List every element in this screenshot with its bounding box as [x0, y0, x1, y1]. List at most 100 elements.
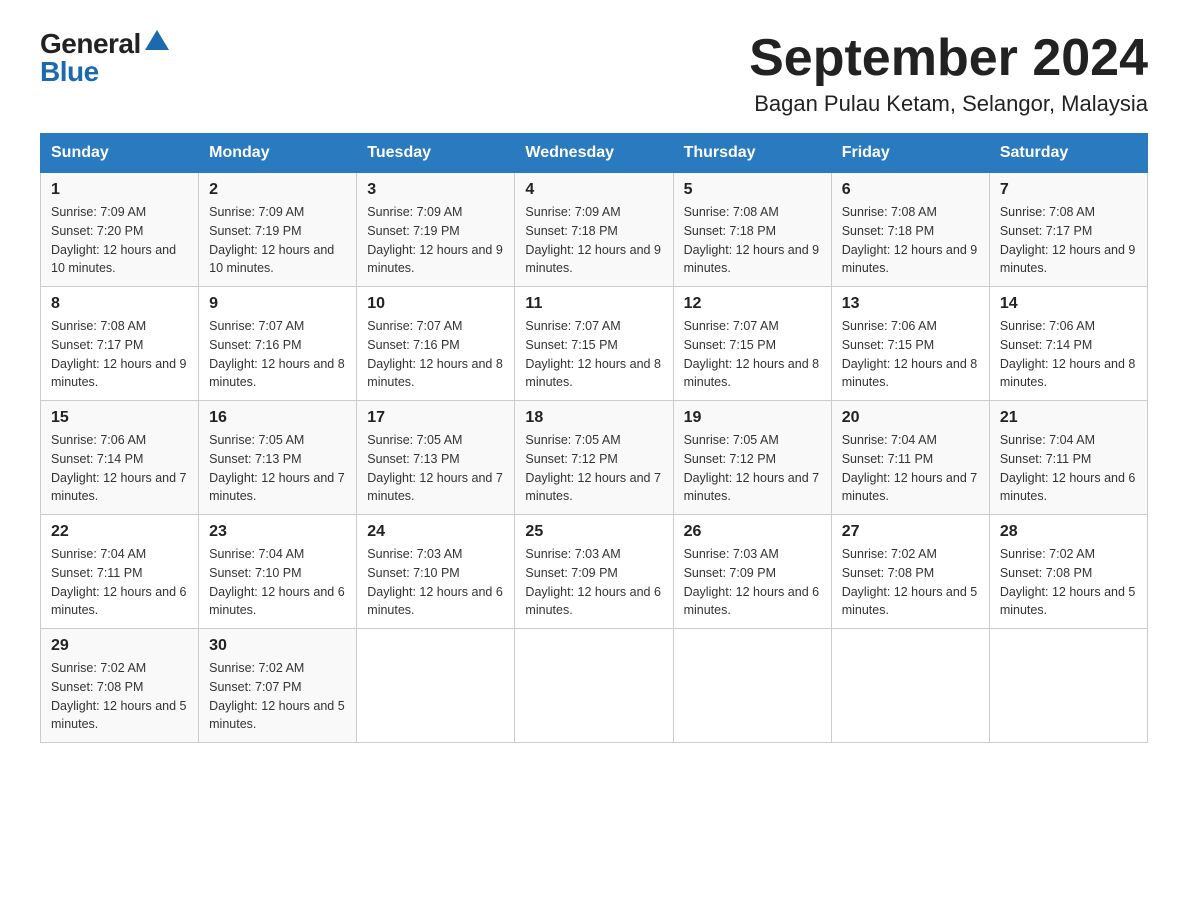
calendar-day-header: Saturday [989, 134, 1147, 173]
day-number: 12 [684, 295, 821, 313]
day-number: 24 [367, 523, 504, 541]
calendar-cell [515, 629, 673, 743]
calendar-cell: 27 Sunrise: 7:02 AMSunset: 7:08 PMDayligh… [831, 515, 989, 629]
calendar-cell: 6Sunrise: 7:08 AMSunset: 7:18 PMDaylight… [831, 173, 989, 287]
day-info: Sunrise: 7:02 AMSunset: 7:08 PMDaylight:… [51, 659, 188, 734]
calendar-cell: 26Sunrise: 7:03 AMSunset: 7:09 PMDayligh… [673, 515, 831, 629]
calendar-cell: 21 Sunrise: 7:04 AMSunset: 7:11 PMDayligh… [989, 401, 1147, 515]
calendar-cell: 15Sunrise: 7:06 AMSunset: 7:14 PMDayligh… [41, 401, 199, 515]
day-number: 23 [209, 523, 346, 541]
day-info: Sunrise: 7:04 AMSunset: 7:10 PMDaylight:… [209, 545, 346, 620]
calendar-cell: 1 Sunrise: 7:09 AMSunset: 7:20 PMDaylight… [41, 173, 199, 287]
day-info: Sunrise: 7:04 AMSunset: 7:11 PMDaylight:… [51, 545, 188, 620]
calendar-cell: 23 Sunrise: 7:04 AMSunset: 7:10 PMDayligh… [199, 515, 357, 629]
logo-blue: Blue [40, 58, 99, 86]
title-block: September 2024 Bagan Pulau Ketam, Selang… [749, 30, 1148, 117]
calendar-day-header: Friday [831, 134, 989, 173]
day-number: 22 [51, 523, 188, 541]
day-info: Sunrise: 7:04 AMSunset: 7:11 PMDaylight:… [1000, 431, 1137, 506]
day-info: Sunrise: 7:03 AMSunset: 7:09 PMDaylight:… [525, 545, 662, 620]
calendar-cell: 14Sunrise: 7:06 AMSunset: 7:14 PMDayligh… [989, 287, 1147, 401]
day-number: 9 [209, 295, 346, 313]
calendar-cell: 17Sunrise: 7:05 AMSunset: 7:13 PMDayligh… [357, 401, 515, 515]
calendar-cell: 10Sunrise: 7:07 AMSunset: 7:16 PMDayligh… [357, 287, 515, 401]
day-info: Sunrise: 7:05 AMSunset: 7:12 PMDaylight:… [684, 431, 821, 506]
day-number: 27 [842, 523, 979, 541]
day-number: 7 [1000, 181, 1137, 199]
day-info: Sunrise: 7:09 AMSunset: 7:18 PMDaylight:… [525, 203, 662, 278]
day-number: 21 [1000, 409, 1137, 427]
calendar-cell: 3 Sunrise: 7:09 AMSunset: 7:19 PMDaylight… [357, 173, 515, 287]
day-number: 28 [1000, 523, 1137, 541]
day-number: 19 [684, 409, 821, 427]
day-number: 26 [684, 523, 821, 541]
day-info: Sunrise: 7:02 AMSunset: 7:08 PMDaylight:… [842, 545, 979, 620]
calendar-cell: 2 Sunrise: 7:09 AMSunset: 7:19 PMDaylight… [199, 173, 357, 287]
logo: General Blue [40, 30, 169, 86]
calendar-week-row: 22 Sunrise: 7:04 AMSunset: 7:11 PMDayligh… [41, 515, 1148, 629]
day-number: 2 [209, 181, 346, 199]
calendar-week-row: 8 Sunrise: 7:08 AMSunset: 7:17 PMDaylight… [41, 287, 1148, 401]
calendar-day-header: Wednesday [515, 134, 673, 173]
calendar-cell: 16Sunrise: 7:05 AMSunset: 7:13 PMDayligh… [199, 401, 357, 515]
day-number: 15 [51, 409, 188, 427]
day-number: 8 [51, 295, 188, 313]
day-info: Sunrise: 7:02 AMSunset: 7:07 PMDaylight:… [209, 659, 346, 734]
calendar-cell: 4 Sunrise: 7:09 AMSunset: 7:18 PMDaylight… [515, 173, 673, 287]
day-number: 5 [684, 181, 821, 199]
calendar-day-header: Sunday [41, 134, 199, 173]
logo-general: General [40, 30, 141, 58]
calendar-cell: 25 Sunrise: 7:03 AMSunset: 7:09 PMDayligh… [515, 515, 673, 629]
day-info: Sunrise: 7:09 AMSunset: 7:19 PMDaylight:… [367, 203, 504, 278]
calendar-cell: 12 Sunrise: 7:07 AMSunset: 7:15 PMDayligh… [673, 287, 831, 401]
day-info: Sunrise: 7:07 AMSunset: 7:15 PMDaylight:… [525, 317, 662, 392]
day-info: Sunrise: 7:09 AMSunset: 7:19 PMDaylight:… [209, 203, 346, 278]
calendar-week-row: 15Sunrise: 7:06 AMSunset: 7:14 PMDayligh… [41, 401, 1148, 515]
day-info: Sunrise: 7:05 AMSunset: 7:12 PMDaylight:… [525, 431, 662, 506]
page-header: General Blue September 2024 Bagan Pulau … [40, 30, 1148, 117]
calendar-week-row: 1 Sunrise: 7:09 AMSunset: 7:20 PMDaylight… [41, 173, 1148, 287]
day-number: 3 [367, 181, 504, 199]
day-number: 25 [525, 523, 662, 541]
day-info: Sunrise: 7:08 AMSunset: 7:18 PMDaylight:… [684, 203, 821, 278]
calendar-cell: 22 Sunrise: 7:04 AMSunset: 7:11 PMDayligh… [41, 515, 199, 629]
day-info: Sunrise: 7:09 AMSunset: 7:20 PMDaylight:… [51, 203, 188, 278]
day-info: Sunrise: 7:07 AMSunset: 7:16 PMDaylight:… [367, 317, 504, 392]
calendar-header-row: SundayMondayTuesdayWednesdayThursdayFrid… [41, 134, 1148, 173]
calendar-cell: 30 Sunrise: 7:02 AMSunset: 7:07 PMDayligh… [199, 629, 357, 743]
day-info: Sunrise: 7:05 AMSunset: 7:13 PMDaylight:… [367, 431, 504, 506]
day-number: 30 [209, 637, 346, 655]
page-subtitle: Bagan Pulau Ketam, Selangor, Malaysia [749, 91, 1148, 117]
day-number: 1 [51, 181, 188, 199]
day-number: 29 [51, 637, 188, 655]
day-info: Sunrise: 7:03 AMSunset: 7:10 PMDaylight:… [367, 545, 504, 620]
day-info: Sunrise: 7:07 AMSunset: 7:16 PMDaylight:… [209, 317, 346, 392]
day-info: Sunrise: 7:06 AMSunset: 7:15 PMDaylight:… [842, 317, 979, 392]
day-info: Sunrise: 7:04 AMSunset: 7:11 PMDaylight:… [842, 431, 979, 506]
calendar-cell: 29 Sunrise: 7:02 AMSunset: 7:08 PMDayligh… [41, 629, 199, 743]
day-info: Sunrise: 7:08 AMSunset: 7:17 PMDaylight:… [51, 317, 188, 392]
calendar-cell: 8 Sunrise: 7:08 AMSunset: 7:17 PMDaylight… [41, 287, 199, 401]
day-info: Sunrise: 7:08 AMSunset: 7:17 PMDaylight:… [1000, 203, 1137, 278]
day-info: Sunrise: 7:06 AMSunset: 7:14 PMDaylight:… [1000, 317, 1137, 392]
calendar-cell [989, 629, 1147, 743]
day-number: 13 [842, 295, 979, 313]
day-number: 20 [842, 409, 979, 427]
day-number: 11 [525, 295, 662, 313]
day-number: 4 [525, 181, 662, 199]
calendar-cell: 28 Sunrise: 7:02 AMSunset: 7:08 PMDayligh… [989, 515, 1147, 629]
calendar-table: SundayMondayTuesdayWednesdayThursdayFrid… [40, 133, 1148, 743]
calendar-cell: 20 Sunrise: 7:04 AMSunset: 7:11 PMDayligh… [831, 401, 989, 515]
day-info: Sunrise: 7:07 AMSunset: 7:15 PMDaylight:… [684, 317, 821, 392]
page-title: September 2024 [749, 30, 1148, 87]
calendar-cell: 11 Sunrise: 7:07 AMSunset: 7:15 PMDayligh… [515, 287, 673, 401]
calendar-cell: 5 Sunrise: 7:08 AMSunset: 7:18 PMDaylight… [673, 173, 831, 287]
calendar-day-header: Monday [199, 134, 357, 173]
calendar-week-row: 29 Sunrise: 7:02 AMSunset: 7:08 PMDayligh… [41, 629, 1148, 743]
calendar-day-header: Thursday [673, 134, 831, 173]
calendar-cell: 9 Sunrise: 7:07 AMSunset: 7:16 PMDaylight… [199, 287, 357, 401]
day-number: 16 [209, 409, 346, 427]
day-info: Sunrise: 7:08 AMSunset: 7:18 PMDaylight:… [842, 203, 979, 278]
logo-triangle-icon [145, 30, 169, 50]
day-info: Sunrise: 7:02 AMSunset: 7:08 PMDaylight:… [1000, 545, 1137, 620]
